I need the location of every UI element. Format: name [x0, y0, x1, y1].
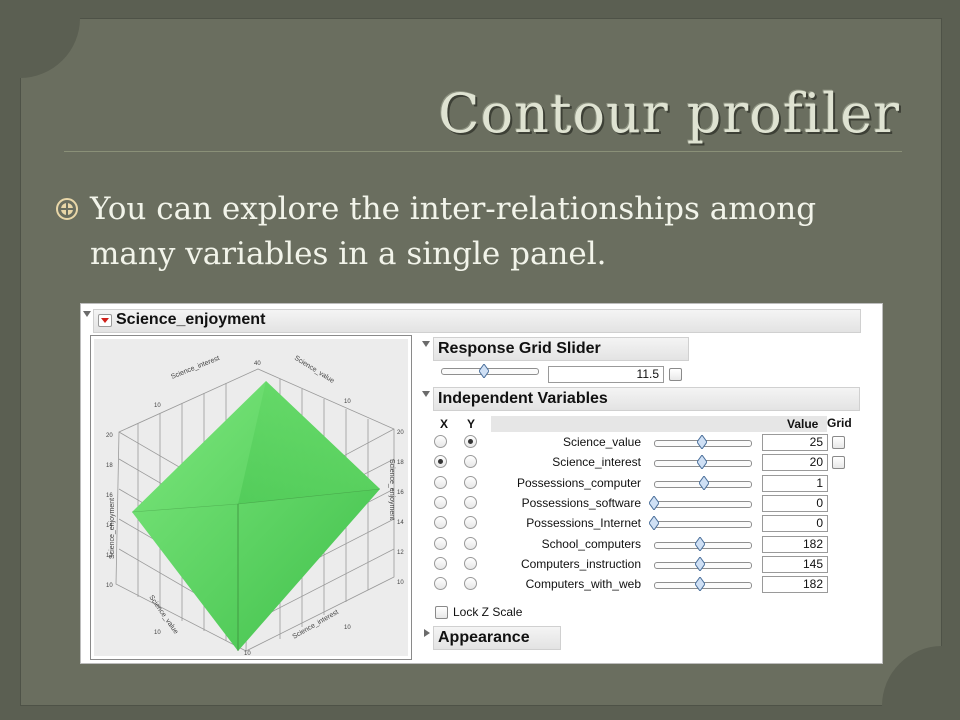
- axis-label-top-left: Science_interest: [170, 355, 221, 381]
- surface-plot-svg: 201816141210 201816141210 401010 101010 …: [106, 355, 404, 656]
- svg-text:12: 12: [397, 550, 404, 556]
- response-grid-title: Response Grid Slider: [438, 340, 601, 357]
- column-header-grid: Grid: [827, 416, 852, 430]
- surface-plot[interactable]: 20 18 16 14 12 10 20 18 16 14 12 10 40 10 10 10 10 10 …: [90, 335, 412, 660]
- x-radio[interactable]: [434, 557, 447, 570]
- variable-name: Computers_with_web: [525, 577, 641, 591]
- variable-slider[interactable]: [654, 501, 752, 508]
- variable-value[interactable]: 0: [762, 495, 828, 512]
- x-radio[interactable]: [434, 435, 447, 448]
- variable-value[interactable]: 1: [762, 475, 828, 492]
- response-grid-header: Response Grid Slider: [433, 337, 689, 361]
- svg-text:10: 10: [154, 630, 161, 636]
- lock-z-scale-checkbox[interactable]: [435, 606, 448, 619]
- svg-text:14: 14: [397, 520, 404, 526]
- x-radio[interactable]: [434, 516, 447, 529]
- grid-checkbox[interactable]: [832, 456, 845, 469]
- surface-plot-area[interactable]: 20 18 16 14 12 10 20 18 16 14 12 10 40 10 10 10 10 10 …: [94, 339, 408, 656]
- variable-slider-thumb[interactable]: [697, 435, 707, 449]
- svg-text:18: 18: [106, 463, 113, 469]
- x-radio[interactable]: [434, 537, 447, 550]
- variable-value[interactable]: 20: [762, 454, 828, 471]
- svg-text:10: 10: [244, 651, 251, 656]
- grid-checkbox[interactable]: [832, 436, 845, 449]
- bullet-text: You can explore the inter-relationships …: [90, 191, 817, 272]
- title-divider: [64, 151, 902, 152]
- variable-name: Computers_instruction: [520, 557, 641, 571]
- axis-label-top-right: Science_value: [293, 355, 335, 385]
- disclosure-triangle-icon[interactable]: [83, 311, 91, 317]
- column-header-y: Y: [467, 417, 476, 431]
- variable-slider-thumb[interactable]: [649, 496, 659, 510]
- x-radio[interactable]: [434, 577, 447, 590]
- svg-text:10: 10: [106, 583, 113, 589]
- slide-title: Contour profiler: [438, 82, 900, 145]
- svg-text:18: 18: [397, 460, 404, 466]
- variable-value[interactable]: 182: [762, 536, 828, 553]
- svg-text:10: 10: [344, 399, 351, 405]
- variable-name: Science_interest: [552, 455, 641, 469]
- independent-variables-header: Independent Variables: [433, 387, 860, 411]
- variable-slider-thumb[interactable]: [695, 537, 706, 551]
- variable-value[interactable]: 25: [762, 434, 828, 451]
- variable-slider-thumb[interactable]: [649, 516, 659, 530]
- svg-text:20: 20: [106, 433, 113, 439]
- variable-value[interactable]: 145: [762, 556, 828, 573]
- svg-text:10: 10: [154, 403, 161, 409]
- axis-label-left: Science_enjoyment: [109, 498, 116, 559]
- outline-header: Science_enjoyment: [93, 309, 861, 333]
- bullet-circle-icon: [56, 198, 78, 220]
- x-radio[interactable]: [434, 476, 447, 489]
- independent-variables-title: Independent Variables: [438, 390, 608, 407]
- axis-label-right: Science_enjoyment: [388, 459, 395, 520]
- response-grid-checkbox[interactable]: [669, 368, 682, 381]
- appearance-disclosure-icon[interactable]: [424, 629, 430, 637]
- svg-text:10: 10: [397, 580, 404, 586]
- variable-name: Science_value: [562, 435, 641, 449]
- variable-value[interactable]: 0: [762, 515, 828, 532]
- x-radio[interactable]: [434, 455, 447, 468]
- x-radio[interactable]: [434, 496, 447, 509]
- appearance-title: Appearance: [438, 629, 530, 646]
- variable-slider-thumb[interactable]: [698, 476, 709, 490]
- svg-text:40: 40: [254, 361, 261, 367]
- variable-slider-thumb[interactable]: [695, 577, 706, 591]
- variable-name: Possessions_software: [521, 496, 641, 510]
- response-surface: [132, 381, 380, 651]
- column-header-value: Value: [787, 417, 819, 431]
- outline-title: Science_enjoyment: [116, 311, 266, 328]
- appearance-header[interactable]: Appearance: [433, 626, 561, 650]
- response-grid-slider[interactable]: [441, 368, 539, 375]
- response-grid-value[interactable]: 11.5: [548, 366, 664, 383]
- variable-name: Possessions_computer: [516, 476, 641, 490]
- response-grid-disclosure-icon[interactable]: [422, 341, 430, 347]
- bullet-item: You can explore the inter-relationships …: [54, 187, 904, 277]
- column-header-x: X: [440, 417, 449, 431]
- variable-slider-thumb[interactable]: [697, 455, 707, 469]
- column-header-bar: [491, 416, 827, 432]
- lock-z-scale-label: Lock Z Scale: [453, 605, 523, 619]
- variable-name: School_computers: [541, 537, 641, 551]
- svg-text:10: 10: [344, 625, 351, 631]
- svg-text:20: 20: [397, 430, 404, 436]
- contour-profiler-panel: Science_enjoyment 20 18 16 14 12 10 20 1…: [80, 303, 883, 664]
- svg-text:16: 16: [397, 490, 404, 496]
- response-grid-slider-thumb[interactable]: [479, 364, 490, 378]
- variable-value[interactable]: 182: [762, 576, 828, 593]
- variable-name: Possessions_Internet: [526, 516, 641, 530]
- red-triangle-menu-icon[interactable]: [98, 314, 112, 327]
- variable-slider-thumb[interactable]: [695, 557, 706, 571]
- variable-slider[interactable]: [654, 521, 752, 528]
- independent-variables-disclosure-icon[interactable]: [422, 391, 430, 397]
- axis-label-bottom-left: Science_value: [147, 594, 179, 635]
